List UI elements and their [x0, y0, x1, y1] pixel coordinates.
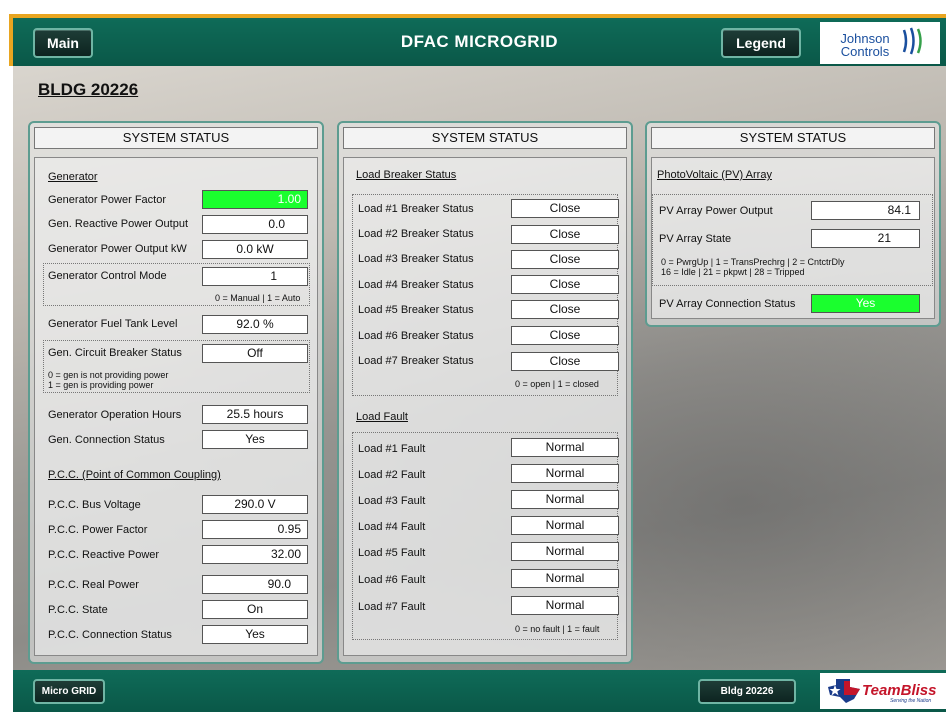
pcc-voltage-label: P.C.C. Bus Voltage — [48, 499, 141, 511]
gen-hours-value: 25.5 hours — [202, 405, 308, 424]
main-button[interactable]: Main — [33, 28, 93, 58]
load-fault-label: Load #3 Fault — [358, 495, 426, 507]
pcc-state-label: P.C.C. State — [48, 604, 108, 616]
teambliss-tagline: Serving the Nation — [890, 698, 932, 704]
load-breaker-label: Load #2 Breaker Status — [358, 228, 474, 240]
johnson-controls-logo: Johnson Controls — [820, 22, 940, 64]
gen-power-factor-label: Generator Power Factor — [48, 194, 166, 206]
load-fault-label: Load #6 Fault — [358, 574, 426, 586]
load-fault-label: Load #4 Fault — [358, 521, 426, 533]
load-breaker-label: Load #1 Breaker Status — [358, 203, 474, 215]
load-fault-label: Load #2 Fault — [358, 469, 426, 481]
load-breaker-value: Close — [511, 199, 619, 218]
johnson-controls-mark-icon — [902, 27, 922, 55]
load-fault-value: Normal — [511, 596, 619, 615]
header-accent-line — [9, 14, 946, 18]
fault-legend-note: 0 = no fault | 1 = fault — [515, 624, 600, 634]
header-bar: DFAC MICROGRID — [13, 18, 946, 66]
pcc-connection-label: P.C.C. Connection Status — [48, 629, 172, 641]
gen-power-factor-value: 1.00 — [202, 190, 308, 209]
gen-connection-value: Yes — [202, 430, 308, 449]
pcc-reactive-value: 32.00 — [202, 545, 308, 564]
teambliss-text: TeamBliss — [862, 682, 937, 699]
gen-reactive-power-value: 0.0 — [202, 215, 308, 234]
panel-heading: SYSTEM STATUS — [343, 127, 627, 149]
breaker-legend-note: 0 = open | 1 = closed — [515, 379, 599, 389]
pv-state-label: PV Array State — [659, 233, 732, 245]
load-fault-value: Normal — [511, 542, 619, 561]
pcc-power-factor-label: P.C.C. Power Factor — [48, 524, 148, 536]
pv-output-value: 84.1 — [811, 201, 920, 220]
panel-heading: SYSTEM STATUS — [651, 127, 935, 149]
panel-heading: SYSTEM STATUS — [34, 127, 318, 149]
bldg-button[interactable]: Bldg 20226 — [698, 679, 796, 704]
header-accent-left — [9, 14, 13, 66]
load-breaker-value: Close — [511, 275, 619, 294]
load-breaker-label: Load #3 Breaker Status — [358, 253, 474, 265]
gen-control-mode-value: 1 — [202, 267, 308, 286]
load-breaker-value: Close — [511, 352, 619, 371]
load-breaker-value: Close — [511, 326, 619, 345]
load-fault-section-title: Load Fault — [356, 411, 408, 423]
pcc-voltage-value: 290.0 V — [202, 495, 308, 514]
pv-connection-value: Yes — [811, 294, 920, 313]
pcc-connection-value: Yes — [202, 625, 308, 644]
load-breaker-label: Load #5 Breaker Status — [358, 304, 474, 316]
load-breaker-value: Close — [511, 225, 619, 244]
texas-flag-star-icon — [828, 679, 860, 703]
load-fault-value: Normal — [511, 569, 619, 588]
breaker-note-1: 1 = gen is providing power — [48, 380, 154, 390]
gen-breaker-value: Off — [202, 344, 308, 363]
load-breaker-label: Load #6 Breaker Status — [358, 330, 474, 342]
pv-state-note-1: 16 = Idle | 21 = pkpwt | 28 = Tripped — [661, 267, 805, 277]
load-fault-value: Normal — [511, 464, 619, 483]
load-fault-value: Normal — [511, 516, 619, 535]
generator-section-title: Generator — [48, 171, 98, 183]
micro-grid-button[interactable]: Micro GRID — [33, 679, 105, 704]
gen-reactive-power-label: Gen. Reactive Power Output — [48, 218, 189, 230]
load-breaker-value: Close — [511, 250, 619, 269]
load-fault-value: Normal — [511, 490, 619, 509]
pv-state-value: 21 — [811, 229, 920, 248]
page-title: DFAC MICROGRID — [400, 32, 559, 51]
legend-button[interactable]: Legend — [721, 28, 801, 58]
load-breaker-value: Close — [511, 300, 619, 319]
control-mode-note: 0 = Manual | 1 = Auto — [215, 293, 301, 303]
gen-fuel-level-value: 92.0 % — [202, 315, 308, 334]
pcc-real-value: 90.0 — [202, 575, 308, 594]
load-breaker-section-title: Load Breaker Status — [356, 169, 457, 181]
pv-output-label: PV Array Power Output — [659, 205, 773, 217]
gen-fuel-level-label: Generator Fuel Tank Level — [48, 318, 178, 330]
footer-bar — [13, 670, 946, 712]
pcc-reactive-label: P.C.C. Reactive Power — [48, 549, 160, 561]
gen-output-kw-value: 0.0 kW — [202, 240, 308, 259]
load-fault-label: Load #7 Fault — [358, 601, 426, 613]
load-fault-value: Normal — [511, 438, 619, 457]
pcc-power-factor-value: 0.95 — [202, 520, 308, 539]
gen-output-kw-label: Generator Power Output kW — [48, 243, 187, 255]
load-breaker-label: Load #7 Breaker Status — [358, 355, 474, 367]
load-breaker-label: Load #4 Breaker Status — [358, 279, 474, 291]
gen-connection-label: Gen. Connection Status — [48, 434, 165, 446]
pv-state-note-0: 0 = PwrgUp | 1 = TransPrechrg | 2 = Cntc… — [661, 257, 845, 267]
load-fault-label: Load #5 Fault — [358, 547, 426, 559]
teambliss-logo: TeamBliss Serving the Nation — [820, 673, 946, 709]
building-title: BLDG 20226 — [38, 80, 139, 99]
load-fault-label: Load #1 Fault — [358, 443, 426, 455]
gen-control-mode-label: Generator Control Mode — [48, 270, 167, 282]
pv-section-title: PhotoVoltaic (PV) Array — [657, 169, 772, 181]
pcc-section-title: P.C.C. (Point of Common Coupling) — [48, 469, 221, 481]
breaker-note-0: 0 = gen is not providing power — [48, 370, 169, 380]
gen-breaker-label: Gen. Circuit Breaker Status — [48, 347, 182, 359]
pcc-state-value: On — [202, 600, 308, 619]
gen-hours-label: Generator Operation Hours — [48, 409, 182, 421]
pv-connection-label: PV Array Connection Status — [659, 298, 796, 310]
pcc-real-label: P.C.C. Real Power — [48, 579, 139, 591]
